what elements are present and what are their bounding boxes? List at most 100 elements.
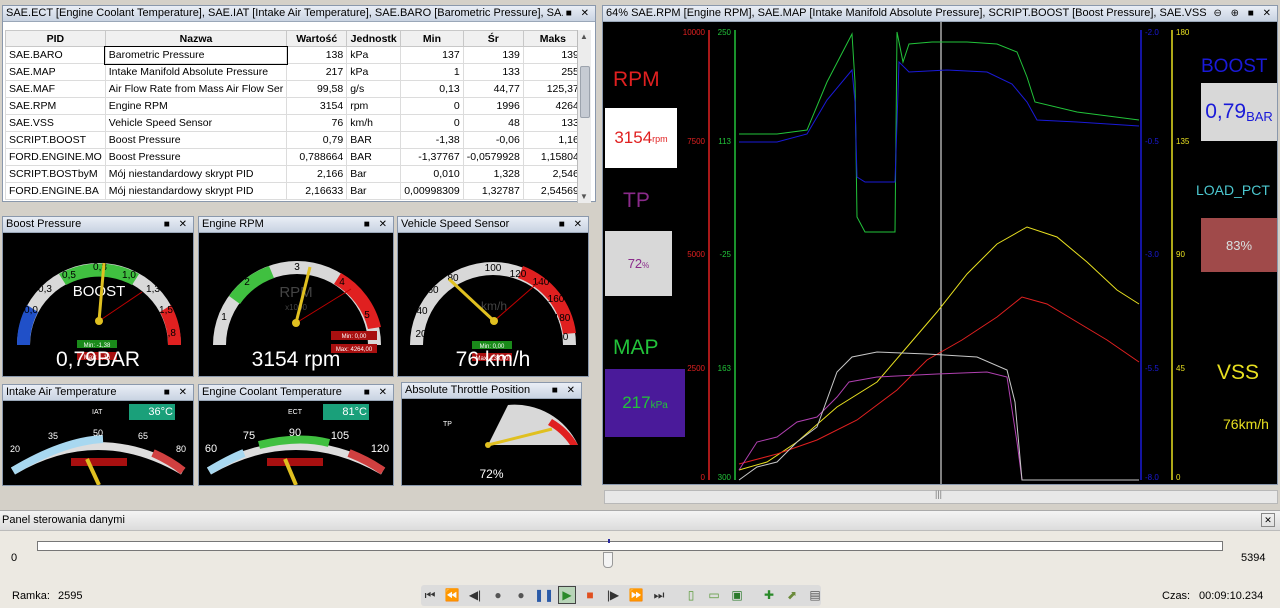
map-value-box: 217 kPa [605,369,685,437]
slider-thumb[interactable] [602,552,613,568]
table-cell: SCRIPT.BOSTbyM [5,165,106,183]
pid-panel-window-buttons[interactable]: ■ ✕ [562,6,592,21]
vss-axis-tick: 180 [1176,28,1190,37]
ect-tick: 90 [289,427,301,439]
open-folder-icon[interactable]: ▭ [705,586,723,604]
rpm-unit: rpm [652,134,668,144]
table-cell: 133 [462,63,524,81]
table-cell: SAE.RPM [5,97,106,115]
table-row[interactable]: SAE.MAP Intake Manifold Absolute Pressure… [5,63,583,81]
boost-readout: 0,79BAR [55,348,141,371]
rpm-tick: 3 [294,262,300,273]
rpm-axis-tick: 5000 [687,250,705,259]
play-icon[interactable]: ▶ [558,586,576,604]
record-marker-icon[interactable]: ● [489,586,507,604]
boost-tick: 1,5 [159,305,173,316]
skip-to-end-icon[interactable]: ⏭ [650,586,668,604]
column-header[interactable]: Jednostk [346,30,402,47]
slider-max: 5394 [1241,552,1266,564]
table-row[interactable]: SAE.MAF Air Flow Rate from Mass Air Flow … [5,80,583,98]
skip-to-start-icon[interactable]: ⏮ [421,586,439,604]
table-cell: 1,32787 [462,182,524,200]
add-marker-icon[interactable]: ✚ [760,586,778,604]
column-header[interactable]: Śr [462,30,524,47]
iat-tick: 20 [10,444,20,454]
vss-axis-tick: 135 [1176,137,1190,146]
vss-gauge-window-buttons[interactable]: ■ ✕ [555,217,585,232]
table-cell: Barometric Pressure [104,45,288,65]
rpm-min-tag: Min: 0,00 [342,334,367,340]
table-cell: 2,54569 [522,182,583,200]
ect-gauge-window-buttons[interactable]: ■ ✕ [360,385,390,400]
map-label: MAP [613,336,659,359]
fast-forward-icon[interactable]: ⏩ [627,586,645,604]
step-back-icon[interactable]: ◀| [466,586,484,604]
table-row[interactable]: FORD.ENGINE.BA Mój niestandardowy skrypt … [5,182,583,200]
fast-rewind-icon[interactable]: ⏪ [443,586,461,604]
rpm-label: RPM [613,68,660,91]
table-row[interactable]: FORD.ENGINE.MO Boost Pressure 0,788664 BAR -… [5,148,583,166]
table-cell: 0,00998309 [400,182,464,200]
column-header[interactable]: Wartość [286,30,348,47]
rpm-gauge-sublabel: x1000 [285,303,307,312]
rpm-gauge-window-buttons[interactable]: ■ ✕ [360,217,390,232]
table-row[interactable]: SCRIPT.BOOST Boost Pressure 0,79 BAR -1,38 -0… [5,131,583,149]
close-icon[interactable]: ✕ [1261,513,1275,527]
table-cell: 48 [462,114,524,132]
table-row[interactable]: SAE.RPM Engine RPM 3154 rpm 0 1996 4264 [5,97,583,115]
column-header[interactable]: Nazwa [104,30,288,47]
graph-panel-window-buttons[interactable]: ⊖ ⊕ ■ ✕ [1210,6,1274,21]
table-cell: SCRIPT.BOOST [5,131,106,149]
table-cell: 3154 [286,97,348,115]
map-axis-tick: 163 [718,364,732,373]
ect-tick: 60 [205,443,217,455]
table-row[interactable]: SAE.BARO Barometric Pressure 138 kPa 137 139 1… [5,45,583,65]
table-cell: 2,166 [286,165,348,183]
tp-graph-value: 72 [627,256,643,271]
column-header[interactable]: Maks [522,30,583,47]
boost-gauge-label: BOOST [73,283,126,300]
tp-series-line [738,371,1139,481]
column-header[interactable]: PID [5,30,106,47]
table-cell: Bar [346,182,402,200]
iat-gauge-window-buttons[interactable]: ■ ✕ [160,385,190,400]
table-cell: 1996 [462,97,524,115]
table-cell: FORD.ENGINE.MO [5,148,106,166]
graph-horizontal-scrollbar[interactable]: ||| [604,489,1278,504]
frame-slider[interactable] [37,539,1223,551]
scrollbar-thumb[interactable] [580,66,590,118]
settings-icon[interactable]: ▤ [806,586,824,604]
record-icon[interactable]: ● [512,586,530,604]
map-unit: kPa [650,400,668,411]
ect-tick: 120 [371,443,389,455]
export-icon[interactable]: ⬈ [783,586,801,604]
table-cell: 2,16633 [286,182,348,200]
load-pct-value: 83 [1225,237,1241,253]
table-cell: Engine RPM [104,97,288,115]
table-cell: 217 [286,63,348,81]
boost-axis-tick: -2.0 [1145,28,1159,37]
tp-readout: 72% [479,467,504,481]
tp-gauge-panel: Absolute Throttle Position ■ ✕ TP 72% [401,382,582,486]
time-label: Czas: [1162,590,1191,602]
ect-tick: 105 [331,430,349,442]
pause-icon[interactable]: ❚❚ [534,586,554,604]
table-cell: SAE.BARO [5,46,106,64]
save-icon[interactable]: ▣ [728,586,746,604]
column-header[interactable]: Min [400,30,464,47]
vss-graph-value: 76 [1223,416,1239,432]
boost-gauge-window-buttons[interactable]: ■ ✕ [160,217,190,232]
boost-tick: 1,8 [162,328,176,339]
table-row[interactable]: SCRIPT.BOSTbyM Mój niestandardowy skrypt … [5,165,583,183]
stop-icon[interactable]: ■ [581,586,599,604]
table-cell: 1,328 [462,165,524,183]
step-forward-icon[interactable]: |▶ [604,586,622,604]
pid-table-scrollbar[interactable]: ▲ ▼ [577,30,591,203]
tp-gauge-window-buttons[interactable]: ■ ✕ [548,383,578,398]
map-axis-tick: -25 [719,250,731,259]
table-cell: 125,37 [522,80,583,98]
table-row[interactable]: SAE.VSS Vehicle Speed Sensor 76 km/h 0 48 133 [5,114,583,132]
boost-value-box: 0,79 BAR [1201,83,1277,141]
new-file-icon[interactable]: ▯ [682,586,700,604]
boost-tick: 0,0 [24,305,38,316]
